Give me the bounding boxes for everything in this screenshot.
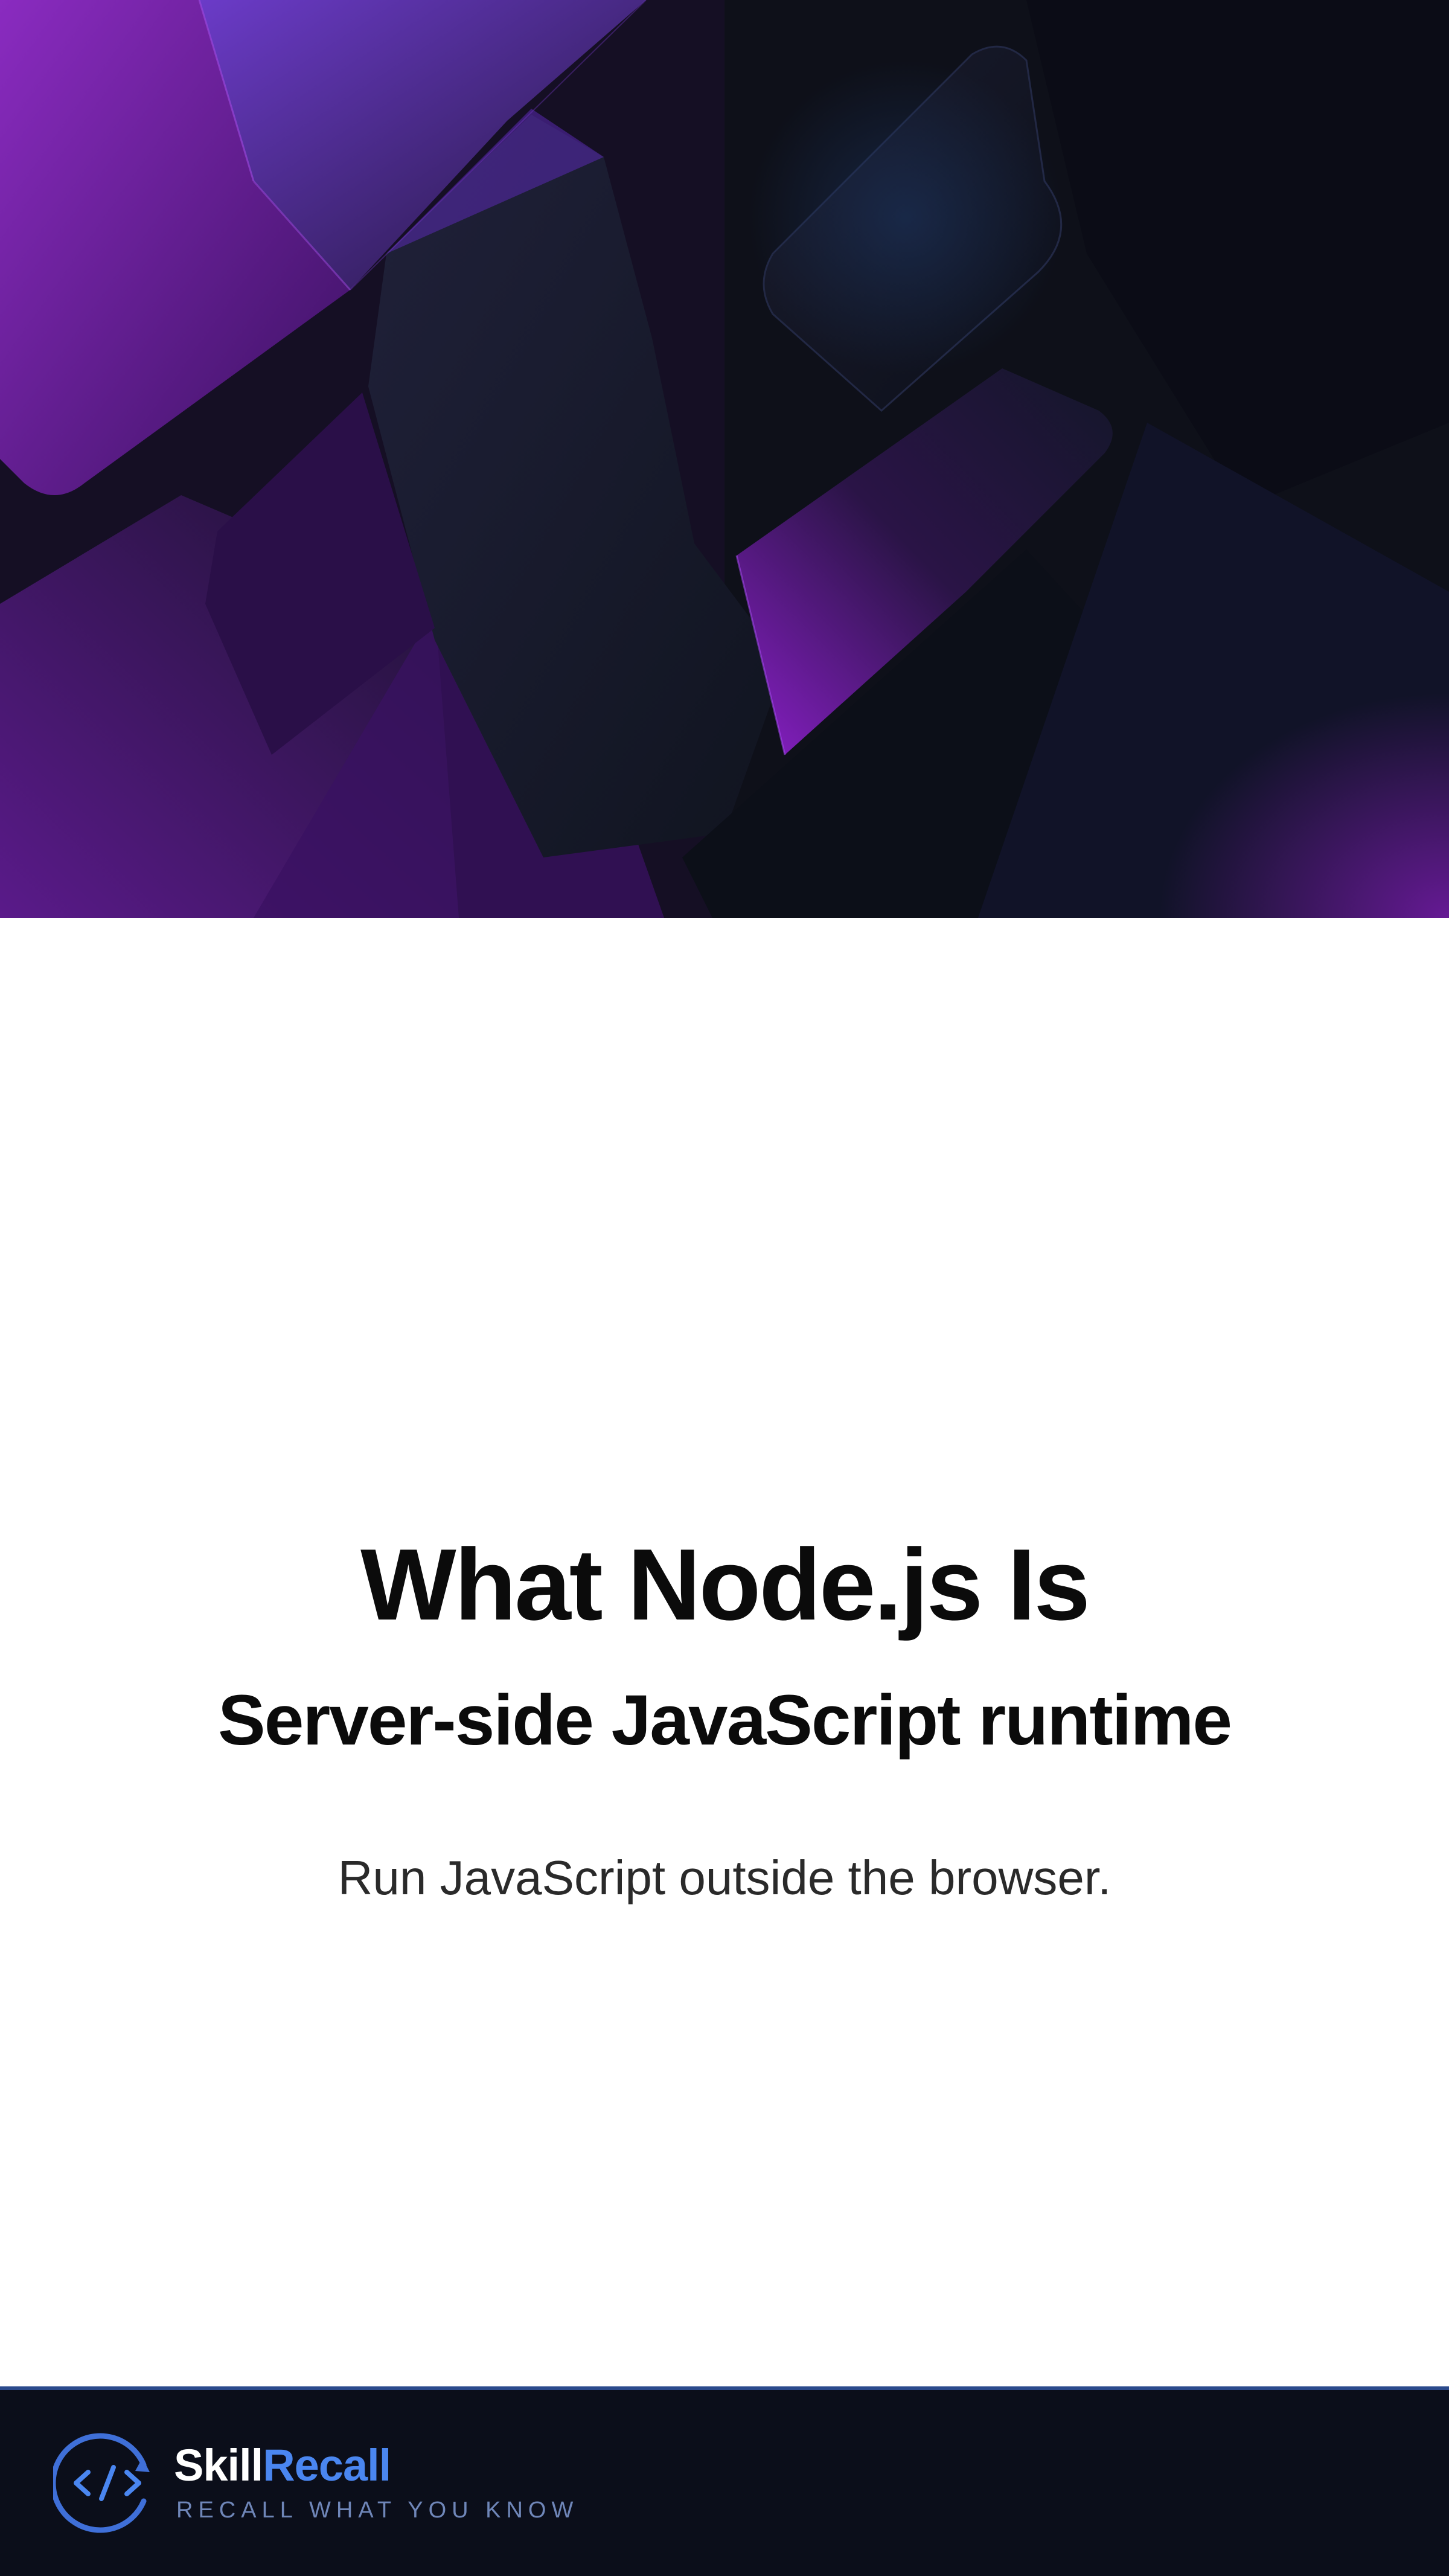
body-text: Run JavaScript outside the browser.	[337, 1851, 1112, 1905]
code-recall-icon	[53, 2433, 150, 2533]
abstract-geometric-shapes-icon	[0, 0, 1449, 918]
brand-name: SkillRecall	[174, 2443, 391, 2488]
page-title: What Node.js Is	[360, 1528, 1090, 1641]
brand-name-part-1: Skill	[174, 2440, 263, 2490]
brand-tagline: RECALL WHAT YOU KNOW	[176, 2498, 579, 2523]
page-subtitle: Server-side JavaScript runtime	[217, 1680, 1232, 1760]
slide-page: What Node.js Is Server-side JavaScript r…	[0, 0, 1449, 2576]
slide-content	[0, 918, 1449, 2386]
hero-banner	[0, 0, 1449, 918]
brand-name-part-2: Recall	[263, 2440, 391, 2490]
footer-bar: SkillRecall RECALL WHAT YOU KNOW	[0, 2386, 1449, 2576]
